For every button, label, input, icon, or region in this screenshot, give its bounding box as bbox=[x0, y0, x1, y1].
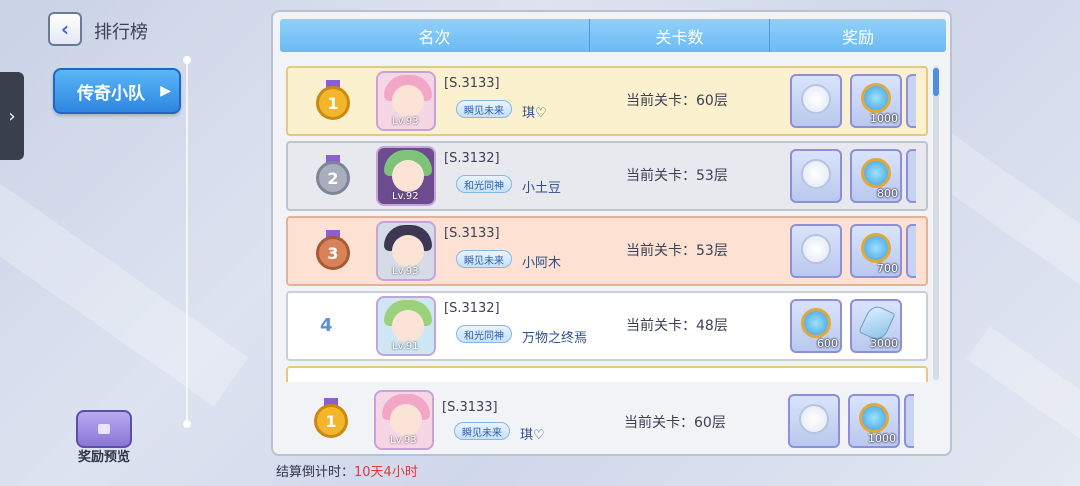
header-stage: 关卡数 bbox=[590, 19, 770, 52]
coin-icon bbox=[861, 233, 891, 263]
reward-item[interactable] bbox=[788, 394, 840, 448]
guild-badge: 瞬见未来 bbox=[456, 100, 512, 118]
chevron-right-icon: › bbox=[8, 105, 16, 127]
rank-number: 4 bbox=[320, 315, 333, 336]
orb-icon bbox=[801, 84, 831, 114]
countdown-value: 10天4小时 bbox=[354, 465, 418, 480]
player-name: 万物之终焉 bbox=[522, 331, 588, 346]
coin-icon bbox=[861, 83, 891, 113]
player-name: 琪♡ bbox=[522, 106, 547, 121]
chevron-left-icon: ‹ bbox=[60, 17, 70, 41]
ranking-list[interactable]: 1 Lv.93 [S.3133] 瞬见未来 琪♡ 当前关卡：60层 1000 2… bbox=[273, 60, 933, 382]
server-id: [S.3132] bbox=[444, 151, 500, 166]
orb-icon bbox=[801, 159, 831, 189]
reward-item[interactable] bbox=[790, 74, 842, 128]
treasure-chest-icon[interactable] bbox=[76, 410, 132, 448]
bronze-medal-icon: 3 bbox=[314, 230, 352, 272]
table-header: 名次 关卡数 奖励 bbox=[280, 19, 946, 52]
team-tab-legend-squad[interactable]: 传奇小队 ▶ bbox=[53, 68, 181, 114]
guild-badge: 和光同神 bbox=[456, 175, 512, 193]
reward-item-clipped bbox=[904, 394, 914, 448]
gold-medal-icon: 1 bbox=[312, 398, 350, 440]
coin-icon bbox=[861, 158, 891, 188]
stage-count: 当前关卡：48层 bbox=[626, 318, 728, 334]
table-row[interactable] bbox=[286, 366, 928, 382]
stage-count: 当前关卡：60层 bbox=[626, 93, 728, 109]
reward-item[interactable]: 800 bbox=[850, 149, 902, 203]
coin-icon bbox=[859, 403, 889, 433]
my-ranking-row[interactable]: 1 Lv.93 [S.3133] 瞬见未来 琪♡ 当前关卡：60层 1000 bbox=[286, 388, 928, 450]
table-row[interactable]: 4 Lv.91 [S.3132] 和光同神 万物之终焉 当前关卡：48层 600… bbox=[286, 291, 928, 361]
table-row[interactable]: 2 Lv.92 [S.3132] 和光同神 小土豆 当前关卡：53层 800 bbox=[286, 141, 928, 211]
server-id: [S.3133] bbox=[442, 400, 498, 415]
orb-icon bbox=[799, 404, 829, 434]
play-arrow-icon: ▶ bbox=[160, 83, 171, 99]
table-row[interactable]: 3 Lv.93 [S.3133] 瞬见未来 小阿木 当前关卡：53层 700 bbox=[286, 216, 928, 286]
server-id: [S.3133] bbox=[444, 226, 500, 241]
reward-item[interactable]: 600 bbox=[790, 299, 842, 353]
divider-dot bbox=[183, 56, 191, 64]
guild-badge: 瞬见未来 bbox=[454, 422, 510, 440]
coin-icon bbox=[801, 308, 831, 338]
guild-badge: 和光同神 bbox=[456, 325, 512, 343]
stage-count: 当前关卡：60层 bbox=[624, 415, 726, 431]
reward-item[interactable]: 1000 bbox=[848, 394, 900, 448]
leaderboard-panel: 名次 关卡数 奖励 1 Lv.93 [S.3133] 瞬见未来 琪♡ 当前关卡：… bbox=[271, 10, 952, 456]
gold-medal-icon: 1 bbox=[314, 80, 352, 122]
settlement-countdown: 结算倒计时：10天4小时 bbox=[276, 461, 418, 480]
scrollbar-thumb[interactable] bbox=[933, 68, 939, 96]
reward-item[interactable]: 700 bbox=[850, 224, 902, 278]
guild-badge: 瞬见未来 bbox=[456, 250, 512, 268]
countdown-label: 结算倒计时： bbox=[276, 465, 355, 480]
server-id: [S.3132] bbox=[444, 301, 500, 316]
stage-count: 当前关卡：53层 bbox=[626, 168, 728, 184]
team-tab-label: 传奇小队 bbox=[77, 83, 145, 104]
reward-item-clipped bbox=[906, 224, 916, 278]
header-reward: 奖励 bbox=[841, 27, 874, 47]
divider-dot bbox=[183, 420, 191, 428]
header-rank: 名次 bbox=[280, 19, 590, 52]
avatar[interactable]: Lv.93 bbox=[376, 71, 436, 131]
avatar[interactable]: Lv.93 bbox=[376, 221, 436, 281]
player-name: 小阿木 bbox=[522, 256, 562, 271]
divider bbox=[186, 58, 188, 426]
reward-preview-label[interactable]: 奖励预览 bbox=[78, 446, 130, 465]
avatar[interactable]: Lv.92 bbox=[376, 146, 436, 206]
back-button[interactable]: ‹ bbox=[48, 12, 82, 46]
orb-icon bbox=[801, 234, 831, 264]
reward-item[interactable] bbox=[790, 224, 842, 278]
scrollbar[interactable] bbox=[933, 66, 939, 380]
reward-item[interactable]: 1000 bbox=[850, 74, 902, 128]
player-name: 琪♡ bbox=[520, 428, 545, 443]
reward-item[interactable]: 3000 bbox=[850, 299, 902, 353]
table-row[interactable]: 1 Lv.93 [S.3133] 瞬见未来 琪♡ 当前关卡：60层 1000 bbox=[286, 66, 928, 136]
page-title: 排行榜 bbox=[94, 22, 148, 43]
avatar[interactable]: Lv.91 bbox=[376, 296, 436, 356]
reward-item-clipped bbox=[906, 74, 916, 128]
stage-count: 当前关卡：53层 bbox=[626, 243, 728, 259]
server-id: [S.3133] bbox=[444, 76, 500, 91]
drawer-toggle[interactable]: › bbox=[0, 72, 24, 160]
reward-item-clipped bbox=[906, 149, 916, 203]
reward-item[interactable] bbox=[790, 149, 842, 203]
avatar[interactable]: Lv.93 bbox=[374, 390, 434, 450]
player-name: 小土豆 bbox=[522, 181, 562, 196]
silver-medal-icon: 2 bbox=[314, 155, 352, 197]
